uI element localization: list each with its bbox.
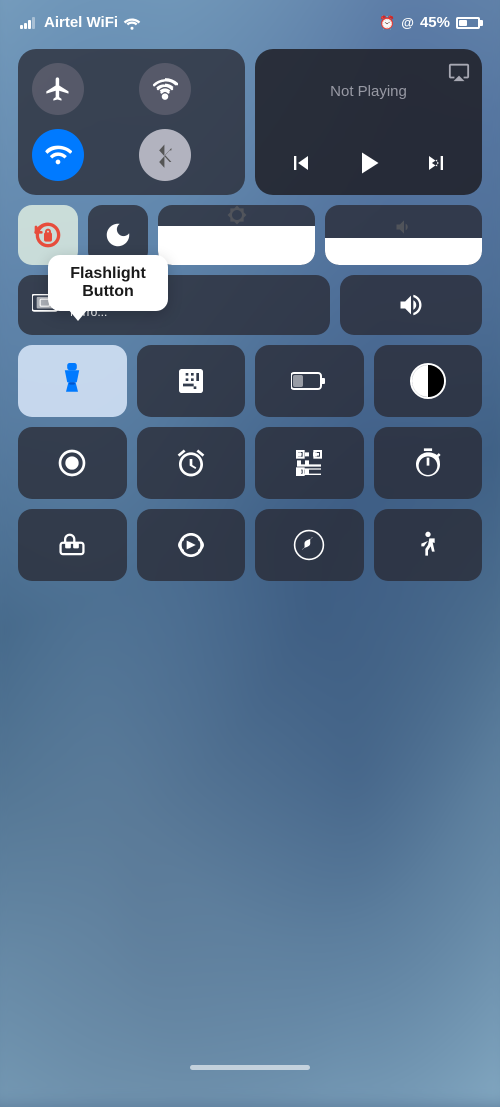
status-right: ⏰ @ 45%: [379, 14, 480, 31]
volume-display-button[interactable]: [340, 275, 482, 335]
alarm-button[interactable]: [137, 427, 246, 499]
accessibility-icon: [412, 529, 444, 561]
music-button[interactable]: [137, 509, 246, 581]
tooltip-line1: Flashlight: [70, 265, 146, 282]
signal-bars: [20, 17, 35, 29]
brightness-icon: [227, 205, 247, 225]
moon-icon: [103, 220, 133, 250]
calculator-button[interactable]: [137, 345, 246, 417]
qr-scanner-button[interactable]: [255, 427, 364, 499]
timer-button[interactable]: [374, 427, 483, 499]
volume-fill: [325, 238, 482, 265]
location-icon: @: [401, 15, 414, 30]
color-filter-button[interactable]: [374, 345, 483, 417]
signal-bar-1: [20, 25, 23, 29]
status-left: Airtel WiFi: [20, 14, 141, 31]
timer-icon: [412, 447, 444, 479]
battery-icon: [456, 17, 480, 29]
home-indicator[interactable]: [190, 1065, 310, 1070]
row-connectivity-media: Not Playing: [18, 49, 482, 195]
shazam-icon: [293, 529, 325, 561]
battery-container: [456, 17, 480, 29]
signal-bar-3: [28, 20, 31, 29]
volume-display-icon: [397, 291, 425, 319]
brightness-slider[interactable]: [158, 205, 315, 265]
bluetooth-icon: [154, 141, 176, 169]
alarm-icon: ⏰: [379, 15, 395, 31]
play-button[interactable]: [350, 145, 386, 181]
rewind-icon: [287, 149, 315, 177]
control-center: Not Playing: [0, 39, 500, 611]
alarm-icon: [175, 447, 207, 479]
battery-fill: [459, 20, 467, 26]
airplane-icon: [44, 75, 72, 103]
wifi-icon: [44, 141, 72, 169]
color-filter-icon: [410, 363, 446, 399]
cellular-icon: [152, 76, 178, 102]
wifi-button[interactable]: [32, 129, 84, 181]
volume-slider[interactable]: [325, 205, 482, 265]
bluetooth-button[interactable]: [139, 129, 191, 181]
connectivity-panel: [18, 49, 245, 195]
now-playing-panel: Not Playing: [255, 49, 482, 195]
flashlight-icon: [57, 363, 87, 399]
fast-forward-icon: [422, 149, 450, 177]
screen-record-icon: [56, 447, 88, 479]
screen-record-button[interactable]: [18, 427, 127, 499]
calculator-icon: [175, 365, 207, 397]
music-recognition-icon: [175, 529, 207, 561]
row-extra: [18, 509, 482, 581]
accessibility-button[interactable]: [374, 509, 483, 581]
volume-icon: [394, 217, 414, 237]
low-power-button[interactable]: [255, 345, 364, 417]
qr-scanner-icon: [293, 447, 325, 479]
cellular-button[interactable]: [139, 63, 191, 115]
sleep-button[interactable]: [18, 509, 127, 581]
wifi-status-icon: [123, 16, 141, 30]
media-controls: [269, 145, 468, 181]
shazam-button[interactable]: [255, 509, 364, 581]
tooltip-line2: Button: [82, 283, 134, 300]
carrier-name: Airtel WiFi: [44, 14, 118, 31]
flashlight-button[interactable]: [18, 345, 127, 417]
brightness-fill: [158, 226, 315, 265]
status-bar: Airtel WiFi ⏰ @ 45%: [0, 0, 500, 39]
rewind-button[interactable]: [287, 149, 315, 177]
fast-forward-button[interactable]: [422, 149, 450, 177]
signal-bar-4: [32, 17, 35, 29]
flashlight-tooltip: Flashlight Button: [48, 255, 168, 311]
battery-percent: 45%: [420, 14, 450, 31]
airplay-button[interactable]: [448, 61, 470, 83]
low-power-icon: [291, 367, 327, 395]
signal-bar-2: [24, 23, 27, 29]
airplay-icon: [448, 61, 470, 83]
airplane-mode-button[interactable]: [32, 63, 84, 115]
screen-lock-icon: [32, 219, 64, 251]
now-playing-text: Not Playing: [269, 83, 468, 100]
flashlight-wrapper: Flashlight Button: [18, 345, 127, 417]
row-tools: [18, 427, 482, 499]
sleep-icon: [56, 531, 88, 559]
play-icon: [350, 145, 386, 181]
row-utilities: Flashlight Button: [18, 345, 482, 417]
